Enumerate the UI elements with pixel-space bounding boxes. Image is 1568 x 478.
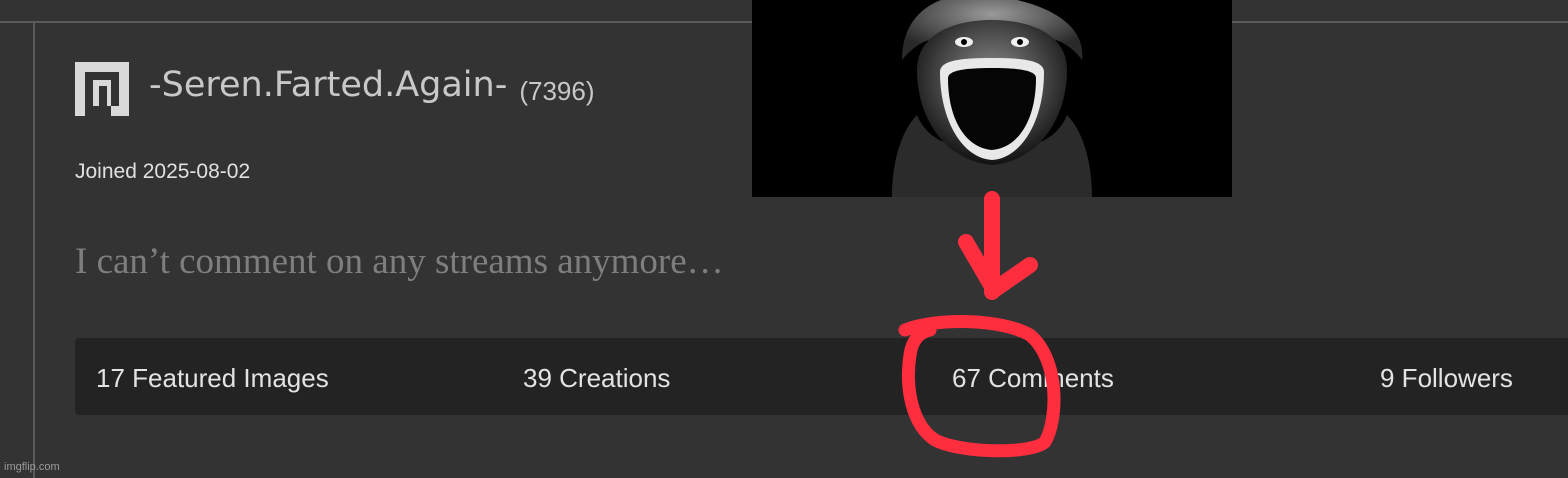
- screaming-face-image: [752, 0, 1232, 197]
- red-arrow-head: [958, 234, 1038, 298]
- watermark: imgflip.com: [4, 461, 60, 473]
- user-points: (7396): [519, 75, 595, 106]
- username: -Seren.Farted.Again-: [149, 64, 508, 105]
- stats-bar: 17 Featured Images 39 Creations 67 Comme…: [75, 338, 1568, 415]
- user-bio: I can’t comment on any streams anymore…: [75, 241, 724, 282]
- followers-link[interactable]: 9 Followers: [1380, 338, 1513, 415]
- join-date: Joined 2025-08-02: [75, 160, 251, 183]
- left-divider: [33, 22, 35, 478]
- user-header: -Seren.Farted.Again- (7396): [75, 62, 595, 116]
- comments-link[interactable]: 67 Comments: [952, 338, 1114, 415]
- imgflip-logo-icon: [75, 62, 129, 116]
- creations-link[interactable]: 39 Creations: [523, 338, 670, 415]
- featured-images-link[interactable]: 17 Featured Images: [96, 338, 329, 415]
